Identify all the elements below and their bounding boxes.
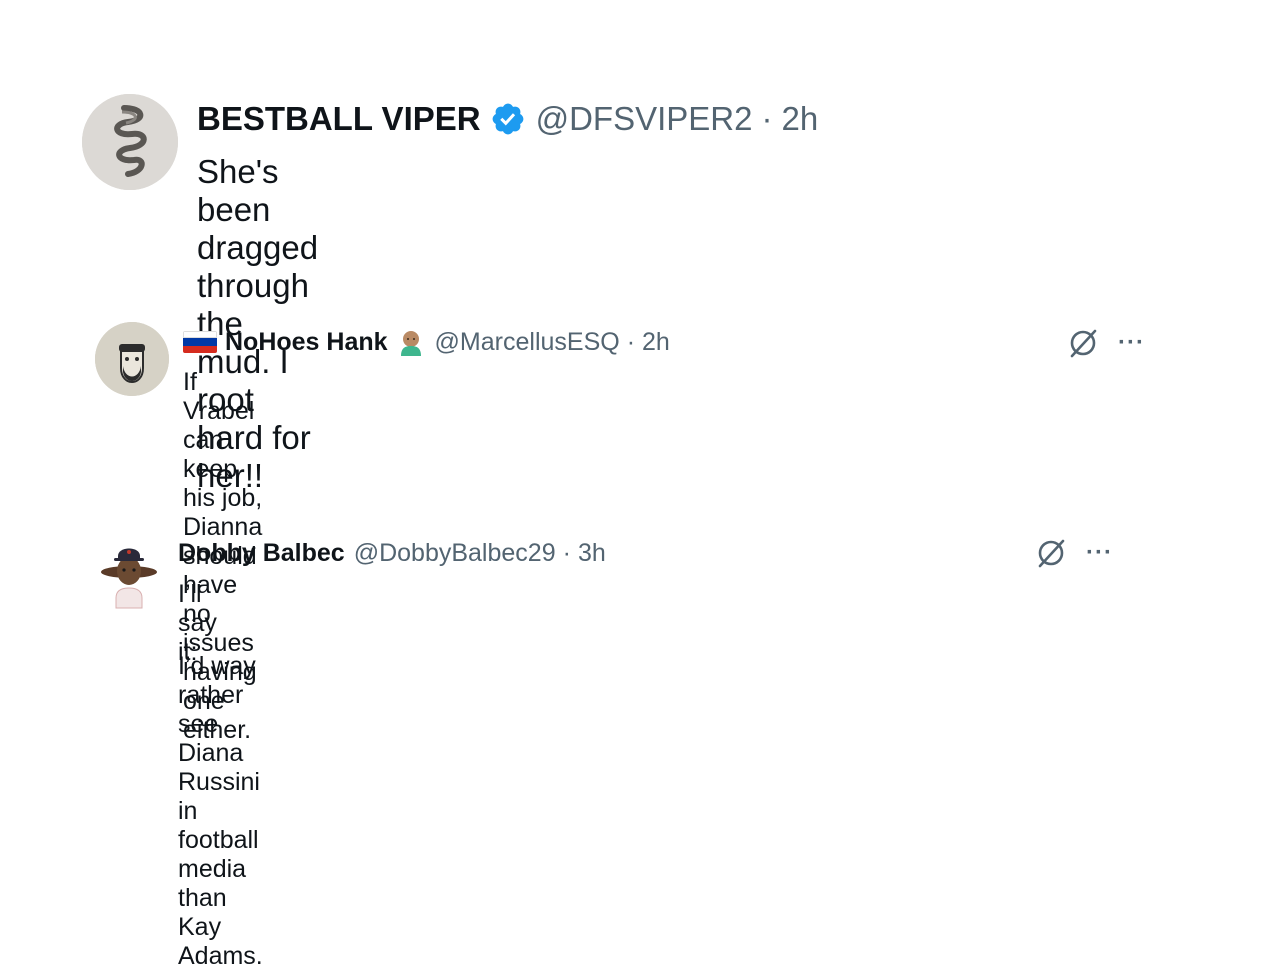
avatar-image	[82, 94, 178, 190]
bald-man-emoji-icon	[397, 328, 425, 356]
handle[interactable]: @DFSVIPER2	[536, 100, 753, 138]
grok-icon[interactable]	[1034, 536, 1068, 570]
avatar[interactable]	[82, 94, 178, 190]
timestamp[interactable]: 2h	[642, 328, 670, 357]
timestamp[interactable]: 2h	[781, 100, 818, 138]
more-icon[interactable]: ···	[1118, 329, 1145, 357]
russia-flag-icon	[183, 331, 217, 353]
display-name[interactable]: NoHoes Hank	[225, 328, 388, 357]
avatar-image	[95, 322, 169, 396]
separator: ·	[626, 327, 636, 356]
verified-badge-icon	[490, 101, 526, 137]
handle[interactable]: @MarcellusESQ	[435, 328, 620, 357]
separator: ·	[562, 538, 571, 567]
grok-icon[interactable]	[1066, 326, 1100, 360]
avatar-image	[101, 548, 157, 609]
tweet-text-line-2: I’d way rather see Diana Russini in foot…	[178, 652, 267, 970]
more-icon[interactable]: ···	[1086, 539, 1113, 567]
display-name[interactable]: Dobby Balbec	[178, 539, 345, 568]
avatar[interactable]	[95, 322, 169, 396]
avatar[interactable]	[96, 538, 162, 610]
display-name[interactable]: BESTBALL VIPER	[197, 100, 481, 138]
separator: ·	[761, 100, 773, 137]
timestamp[interactable]: 3h	[578, 539, 606, 568]
handle[interactable]: @DobbyBalbec29	[354, 539, 556, 568]
